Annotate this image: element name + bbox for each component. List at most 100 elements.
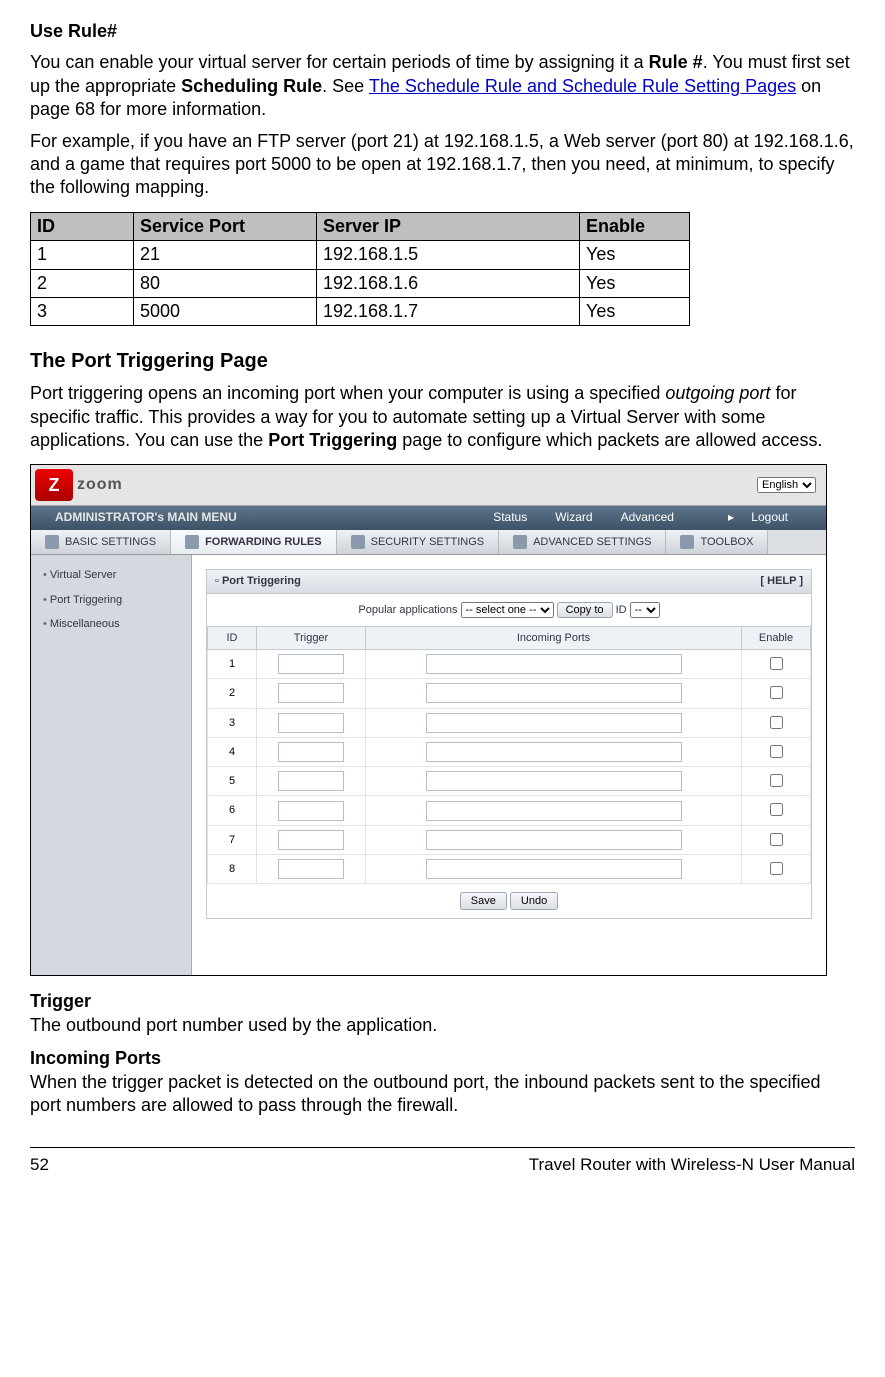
grid-row: 6	[208, 796, 811, 825]
router-ui-screenshot: Z zoom English ADMINISTRATOR's MAIN MENU…	[30, 464, 827, 976]
incoming-input[interactable]	[426, 771, 682, 791]
col-trigger: Trigger	[257, 626, 366, 649]
incoming-input[interactable]	[426, 683, 682, 703]
tab-security-settings[interactable]: SECURITY SETTINGS	[337, 530, 499, 554]
incoming-input[interactable]	[426, 801, 682, 821]
ss-panel: ▫ Port Triggering [ HELP ] Popular appli…	[206, 569, 812, 919]
cell: 192.168.1.6	[317, 269, 580, 297]
col-enable: Enable	[742, 626, 811, 649]
panel-title: ▫ Port Triggering	[215, 574, 301, 588]
id-select[interactable]: --	[630, 602, 660, 618]
page-number: 52	[30, 1154, 49, 1176]
tab-basic-settings[interactable]: BASIC SETTINGS	[31, 530, 171, 554]
col-incoming: Incoming Ports	[366, 626, 742, 649]
text-italic: outgoing port	[665, 383, 770, 403]
trigger-input[interactable]	[278, 830, 344, 850]
incoming-input[interactable]	[426, 742, 682, 762]
text: page to configure which packets are allo…	[397, 430, 822, 450]
port-trigger-grid: ID Trigger Incoming Ports Enable 1 2 3 4…	[207, 626, 811, 885]
ui-rule-num: Rule #	[649, 52, 703, 72]
incoming-input[interactable]	[426, 859, 682, 879]
para-use-rule: You can enable your virtual server for c…	[30, 51, 855, 121]
enable-checkbox[interactable]	[770, 745, 783, 758]
enable-checkbox[interactable]	[770, 833, 783, 846]
ss-body: Virtual Server Port Triggering Miscellan…	[31, 555, 826, 975]
nav-status[interactable]: Status	[493, 510, 527, 526]
language-select[interactable]: English	[757, 477, 816, 493]
help-link[interactable]: [ HELP ]	[760, 574, 803, 588]
grid-row: 3	[208, 708, 811, 737]
enable-checkbox[interactable]	[770, 774, 783, 787]
sidebar-item-virtual-server[interactable]: Virtual Server	[31, 563, 191, 587]
row-id: 5	[208, 767, 257, 796]
trigger-input[interactable]	[278, 771, 344, 791]
mapping-table: ID Service Port Server IP Enable 1 21 19…	[30, 212, 690, 327]
trigger-input[interactable]	[278, 801, 344, 821]
th-port: Service Port	[134, 212, 317, 240]
trigger-input[interactable]	[278, 654, 344, 674]
trigger-input[interactable]	[278, 713, 344, 733]
link-schedule-rule[interactable]: The Schedule Rule and Schedule Rule Sett…	[369, 76, 796, 96]
cell: 192.168.1.7	[317, 297, 580, 325]
th-ip: Server IP	[317, 212, 580, 240]
col-id: ID	[208, 626, 257, 649]
grid-row: 8	[208, 855, 811, 884]
para-pt-desc: Port triggering opens an incoming port w…	[30, 382, 855, 452]
grid-row: 5	[208, 767, 811, 796]
copy-to-button[interactable]: Copy to	[557, 602, 613, 618]
cell: 5000	[134, 297, 317, 325]
table-row: 1 21 192.168.1.5 Yes	[31, 241, 690, 269]
admin-menu-label: ADMINISTRATOR's MAIN MENU	[55, 510, 237, 526]
basic-icon	[45, 535, 59, 549]
cell: Yes	[580, 269, 690, 297]
th-id: ID	[31, 212, 134, 240]
id-label: ID	[616, 604, 627, 616]
cell: 3	[31, 297, 134, 325]
save-button[interactable]: Save	[460, 892, 507, 910]
incoming-input[interactable]	[426, 713, 682, 733]
incoming-input[interactable]	[426, 830, 682, 850]
cell: 2	[31, 269, 134, 297]
heading-trigger: Trigger	[30, 990, 855, 1013]
undo-button[interactable]: Undo	[510, 892, 558, 910]
enable-checkbox[interactable]	[770, 862, 783, 875]
cell: 1	[31, 241, 134, 269]
table-row: 2 80 192.168.1.6 Yes	[31, 269, 690, 297]
security-icon	[351, 535, 365, 549]
trigger-input[interactable]	[278, 742, 344, 762]
ui-port-triggering: Port Triggering	[268, 430, 397, 450]
footer-title: Travel Router with Wireless-N User Manua…	[529, 1154, 855, 1176]
cell: Yes	[580, 297, 690, 325]
grid-row: 2	[208, 679, 811, 708]
cell: 80	[134, 269, 317, 297]
enable-checkbox[interactable]	[770, 716, 783, 729]
cell: 21	[134, 241, 317, 269]
trigger-input[interactable]	[278, 859, 344, 879]
cell: 192.168.1.5	[317, 241, 580, 269]
enable-checkbox[interactable]	[770, 657, 783, 670]
nav-logout[interactable]: ▸ Logout	[728, 510, 802, 526]
grid-row: 4	[208, 737, 811, 766]
enable-checkbox[interactable]	[770, 686, 783, 699]
sidebar-item-port-triggering[interactable]: Port Triggering	[31, 588, 191, 612]
tab-forwarding-rules[interactable]: FORWARDING RULES	[171, 530, 337, 554]
trigger-input[interactable]	[278, 683, 344, 703]
row-id: 8	[208, 855, 257, 884]
para-incoming-desc: When the trigger packet is detected on t…	[30, 1071, 855, 1118]
ss-logo: Z zoom	[31, 469, 123, 501]
enable-checkbox[interactable]	[770, 803, 783, 816]
incoming-input[interactable]	[426, 654, 682, 674]
sidebar-item-miscellaneous[interactable]: Miscellaneous	[31, 612, 191, 636]
ss-main: ▫ Port Triggering [ HELP ] Popular appli…	[192, 555, 826, 975]
row-id: 4	[208, 737, 257, 766]
cell: Yes	[580, 241, 690, 269]
nav-advanced[interactable]: Advanced	[621, 510, 674, 526]
th-enable: Enable	[580, 212, 690, 240]
grid-row: 7	[208, 825, 811, 854]
nav-wizard[interactable]: Wizard	[555, 510, 592, 526]
tab-advanced-settings[interactable]: ADVANCED SETTINGS	[499, 530, 666, 554]
tab-toolbox[interactable]: TOOLBOX	[666, 530, 768, 554]
ss-tabs: BASIC SETTINGS FORWARDING RULES SECURITY…	[31, 530, 826, 555]
popular-apps-select[interactable]: -- select one --	[461, 602, 554, 618]
text: . See	[322, 76, 369, 96]
